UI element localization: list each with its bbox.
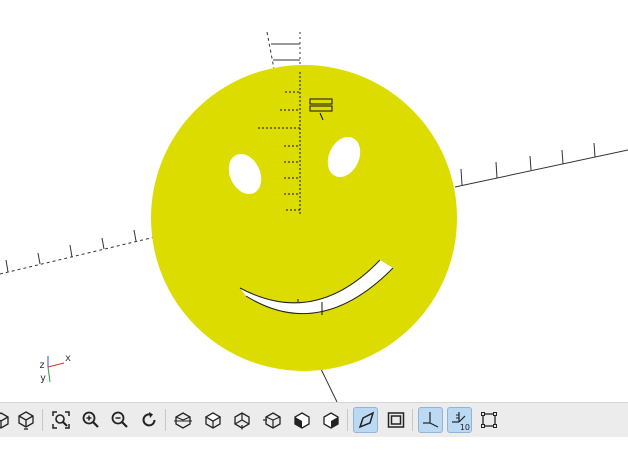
view-right-icon — [173, 412, 192, 429]
zoom-in-button[interactable] — [78, 407, 103, 433]
show-edges-button[interactable] — [476, 407, 501, 433]
show-edges-icon — [480, 412, 497, 428]
view-left-button[interactable] — [260, 407, 285, 433]
x-axis-line — [454, 149, 628, 188]
show-axes-button[interactable] — [418, 407, 443, 433]
axes-indicator-z-label: z — [39, 360, 46, 371]
perspective-icon — [358, 411, 374, 429]
neg-y-axis-line — [319, 366, 338, 402]
scale-marker-number: 10 — [459, 423, 470, 432]
preview-icon — [17, 411, 34, 430]
reset-view-icon — [142, 412, 155, 427]
reset-view-button[interactable] — [136, 407, 161, 433]
perspective-button[interactable] — [353, 407, 378, 433]
axes-indicator-x-line — [47, 362, 65, 368]
view-top-icon — [204, 412, 221, 429]
show-axes-icon — [422, 412, 438, 428]
view-bottom-icon — [233, 412, 250, 430]
render-icon — [0, 412, 9, 429]
view-back-button[interactable] — [318, 407, 343, 433]
axes-indicator-y-line — [47, 366, 51, 383]
openscad-window: x z y 10 — [0, 0, 628, 472]
show-scale-markers-button[interactable]: 10 — [447, 407, 472, 433]
smiley-face-model[interactable] — [151, 65, 457, 371]
zoom-out-button[interactable] — [107, 407, 132, 433]
viewport-canvas[interactable] — [0, 32, 628, 402]
neg-x-axis-line — [0, 236, 156, 275]
face-disc[interactable] — [151, 65, 457, 371]
zoom-in-icon — [82, 411, 99, 428]
view-front-button[interactable] — [289, 407, 314, 433]
axes-indicator-y-label: y — [40, 373, 47, 384]
orthogonal-icon — [387, 412, 404, 428]
axes-indicator-x-label: x — [65, 353, 72, 364]
axes-indicator: x z y — [34, 350, 78, 390]
orthogonal-button[interactable] — [383, 407, 408, 433]
viewport-toolbar: 10 — [0, 402, 628, 437]
view-left-icon — [262, 412, 281, 429]
view-all-button[interactable] — [48, 407, 73, 433]
neg-x-axis-ticks — [5, 229, 137, 273]
view-all-icon — [51, 411, 70, 429]
zoom-out-icon — [111, 411, 128, 428]
preview-button[interactable] — [13, 407, 38, 433]
view-back-icon — [322, 412, 339, 429]
bottom-margin — [0, 437, 628, 472]
view-bottom-button[interactable] — [229, 407, 254, 433]
view-right-button[interactable] — [170, 407, 195, 433]
x-axis-ticks — [460, 142, 596, 186]
view-top-button[interactable] — [200, 407, 225, 433]
render-button[interactable] — [0, 407, 13, 433]
view-front-icon — [293, 412, 310, 429]
3d-viewport[interactable]: x z y — [0, 32, 628, 402]
